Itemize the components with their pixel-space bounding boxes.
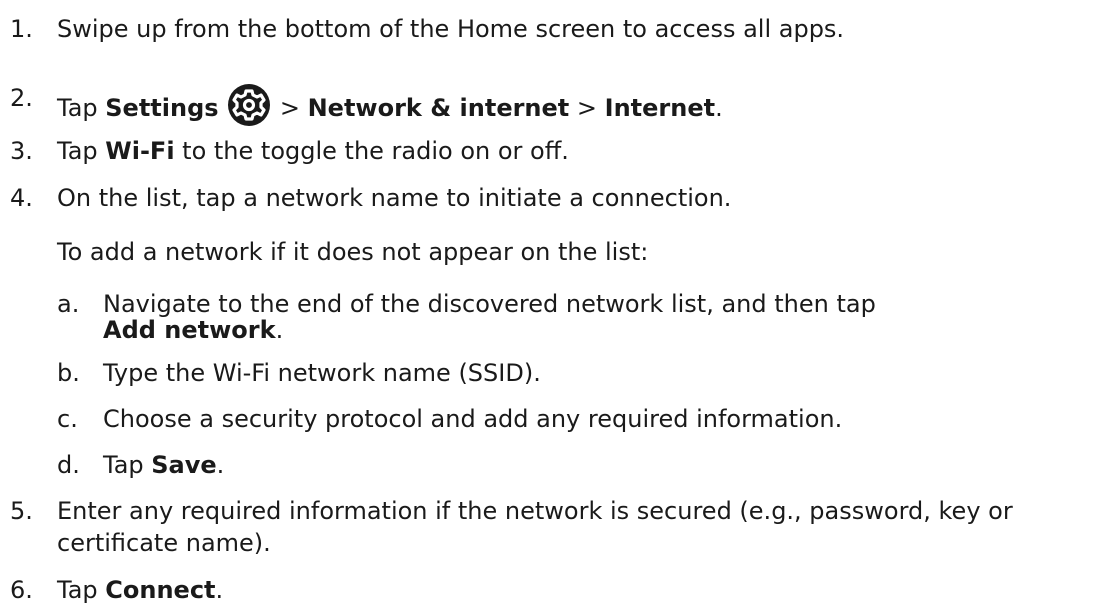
step-1-number: 1. bbox=[10, 15, 33, 43]
connect-label: Connect bbox=[105, 576, 216, 604]
step-2-number: 2. bbox=[10, 84, 33, 112]
step-5-text: Enter any required information if the ne… bbox=[57, 497, 1013, 525]
substep-b-letter: b. bbox=[57, 359, 80, 387]
step-1-text: Swipe up from the bottom of the Home scr… bbox=[57, 15, 845, 43]
substep-a-text: Navigate to the end of the discovered ne… bbox=[103, 290, 876, 318]
step-3-text: Tap Wi-Fi to the toggle the radio on or … bbox=[57, 137, 569, 165]
settings-label: Settings bbox=[105, 94, 219, 122]
step-6-number: 6. bbox=[10, 576, 33, 604]
add-network-label: Add network bbox=[103, 316, 276, 344]
step-4-note: To add a network if it does not appear o… bbox=[57, 238, 649, 266]
step-2-end: . bbox=[715, 94, 723, 122]
step-2-text: Tap Settings > Network & internet > Inte… bbox=[57, 84, 723, 126]
substep-a-end: . bbox=[275, 316, 284, 344]
step-4-number: 4. bbox=[10, 184, 33, 212]
substep-d-text: Tap Save. bbox=[103, 451, 224, 479]
procedure-document: { "steps": [ {"num": "1.", "text": "Swip… bbox=[0, 0, 1104, 604]
step-5-number: 5. bbox=[10, 497, 33, 525]
step-3-tap: Tap bbox=[57, 137, 106, 165]
substep-d-end: . bbox=[216, 451, 225, 479]
internet-label: Internet bbox=[604, 94, 716, 122]
step-6-tap: Tap bbox=[57, 576, 106, 604]
substep-b-text: Type the Wi-Fi network name (SSID). bbox=[103, 359, 541, 387]
substep-d-tap: Tap bbox=[103, 451, 152, 479]
substep-c-text: Choose a security protocol and add any r… bbox=[103, 405, 843, 433]
step-2-sep2: > bbox=[569, 94, 605, 122]
substep-a-letter: a. bbox=[57, 290, 80, 318]
substep-a-continuation: Add network. bbox=[103, 316, 283, 344]
step-6-end: . bbox=[215, 576, 224, 604]
substep-c-letter: c. bbox=[57, 405, 78, 433]
gear-icon bbox=[228, 84, 271, 126]
step-3-rest: to the toggle the radio on or off. bbox=[174, 137, 569, 165]
step-6-text: Tap Connect. bbox=[57, 576, 223, 604]
wifi-label: Wi-Fi bbox=[105, 137, 175, 165]
step-4-text: On the list, tap a network name to initi… bbox=[57, 184, 732, 212]
step-3-number: 3. bbox=[10, 137, 33, 165]
step-2-tap: Tap bbox=[57, 94, 106, 122]
network-internet-label: Network & internet bbox=[307, 94, 570, 122]
save-label: Save bbox=[151, 451, 217, 479]
step-2-sep1: > bbox=[279, 94, 308, 122]
step-5-continuation: certificate name). bbox=[57, 529, 271, 557]
substep-d-letter: d. bbox=[57, 451, 80, 479]
